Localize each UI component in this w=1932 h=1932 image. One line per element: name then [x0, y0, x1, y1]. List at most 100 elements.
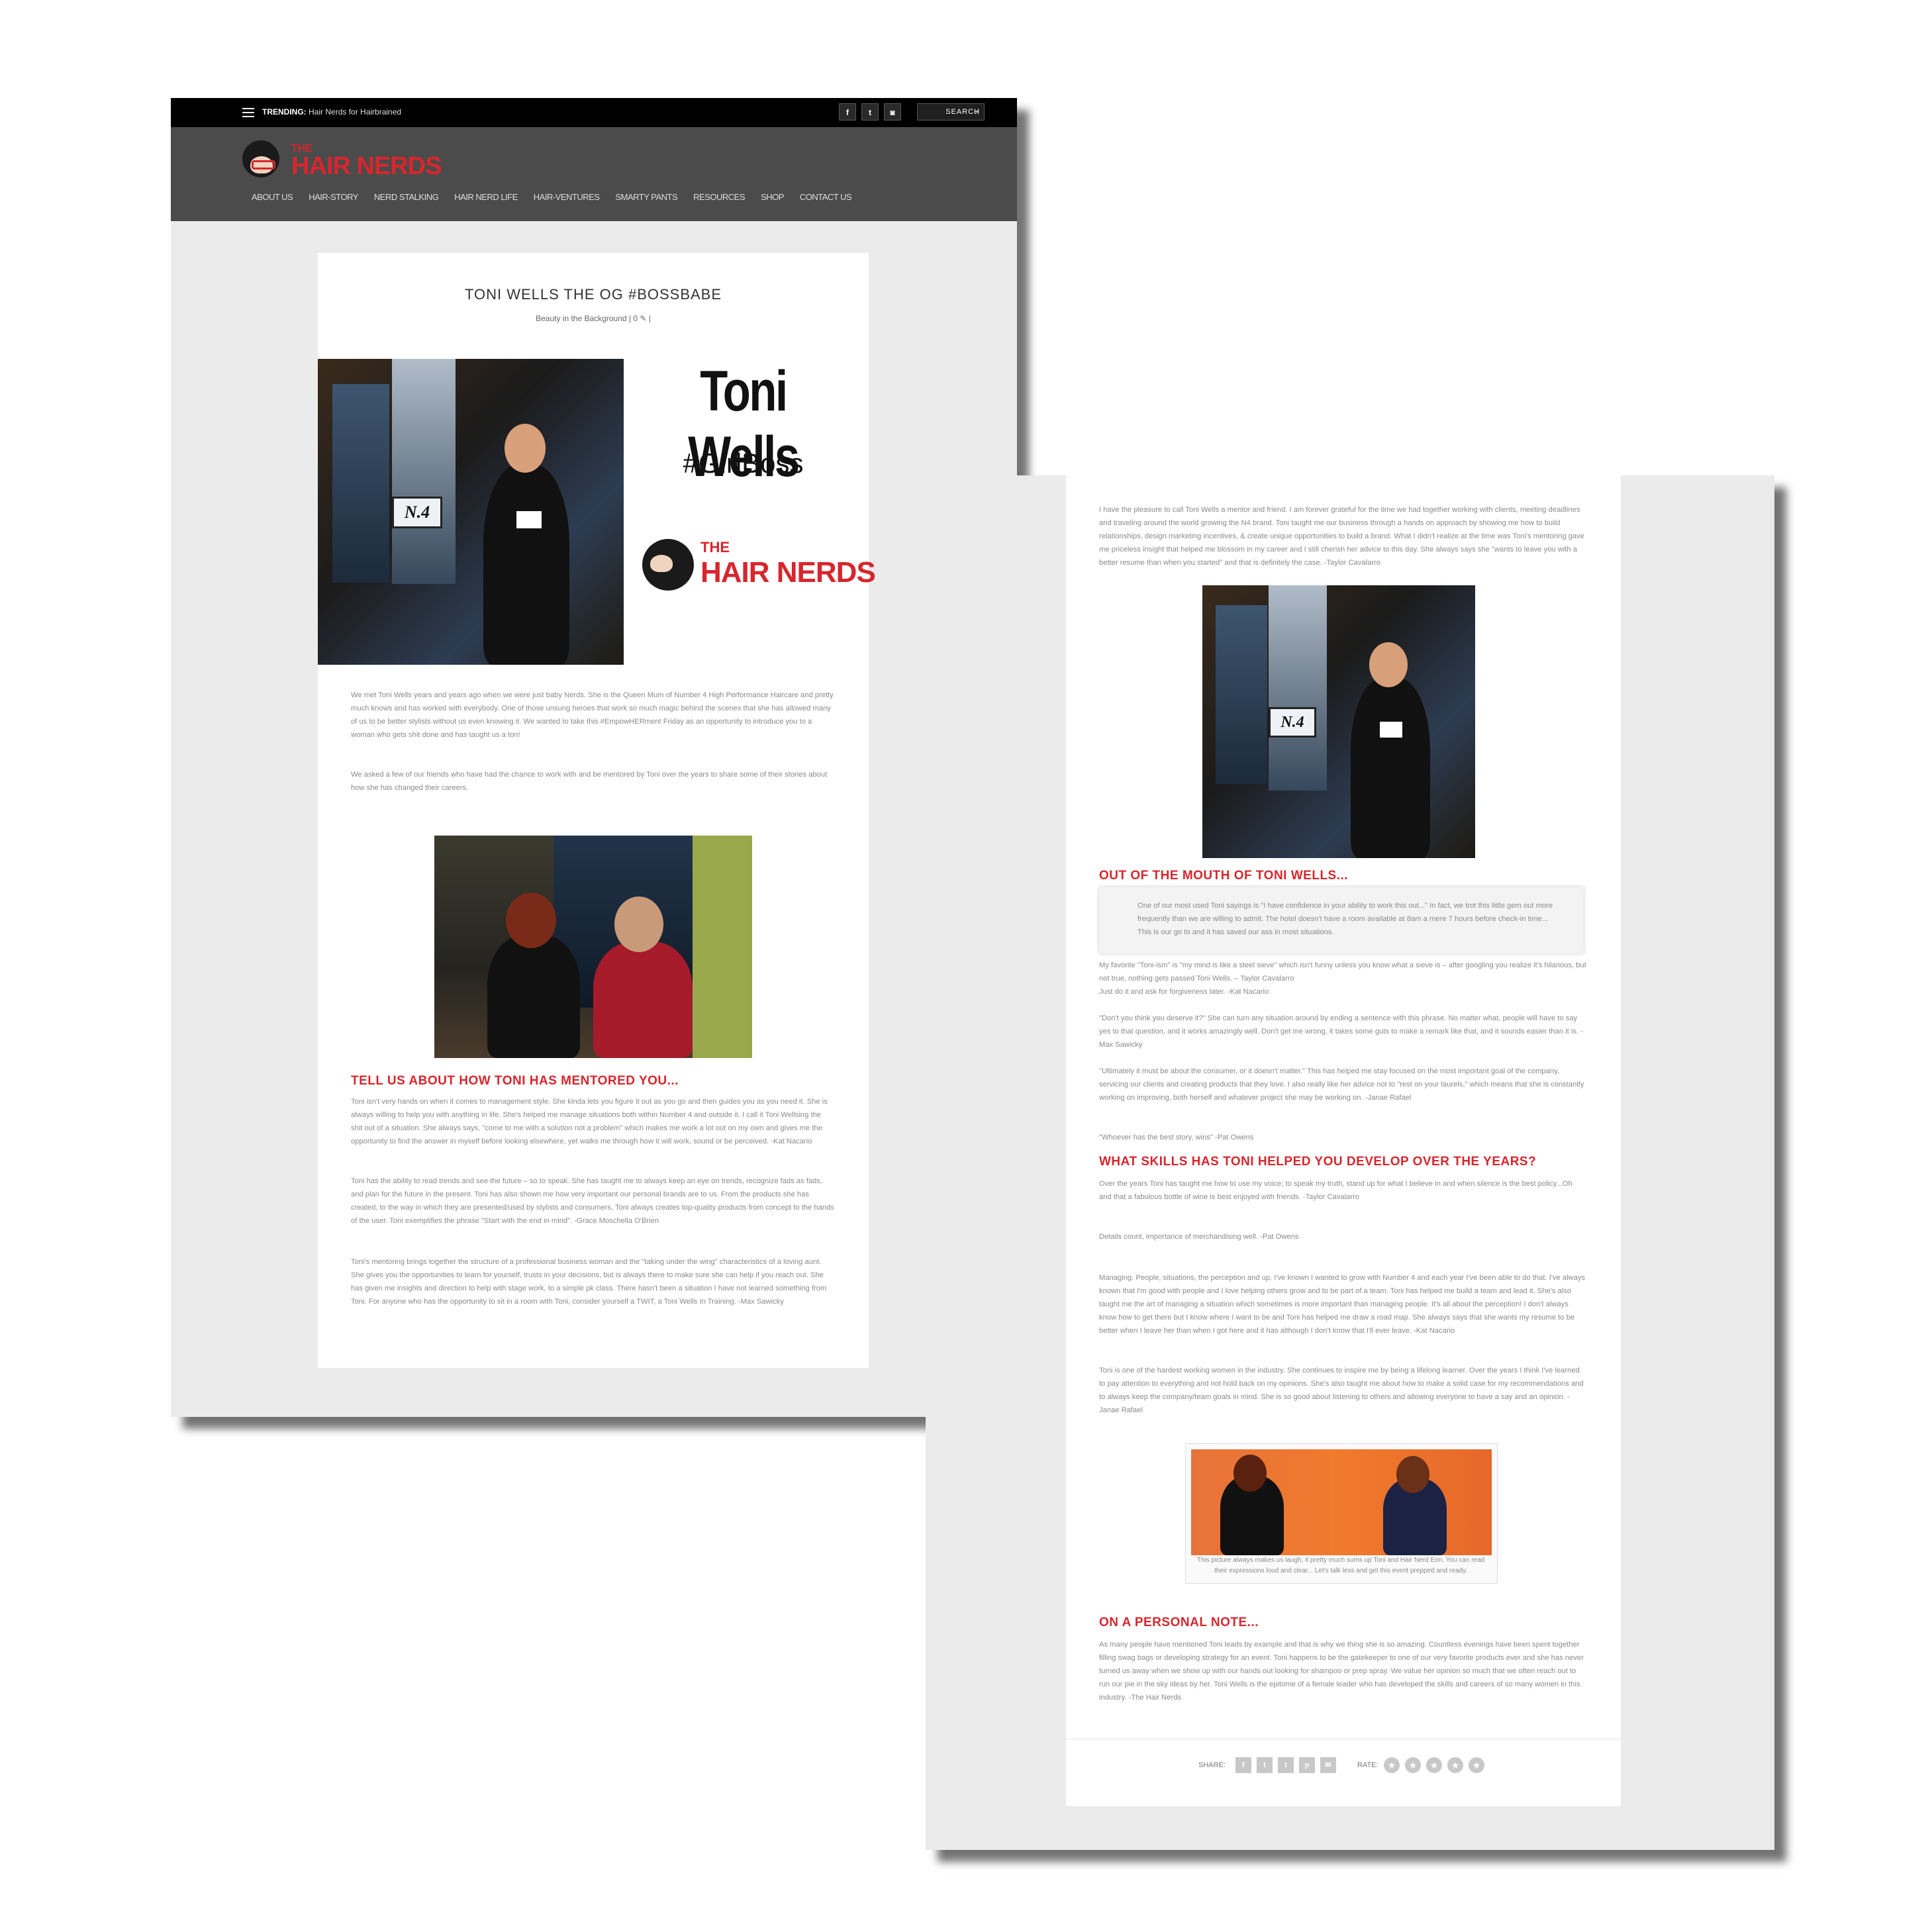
toni-and-guest-photo: [434, 836, 752, 1058]
hamburger-menu-icon[interactable]: [242, 108, 254, 117]
photo-person-left-head: [1233, 1455, 1267, 1492]
article-title: TONI WELLS THE OG #BOSSBABE: [464, 286, 722, 303]
photo-card: [1380, 722, 1402, 738]
caption-figure: This picture always makes us laugh, it p…: [1185, 1443, 1498, 1584]
facebook-icon[interactable]: f: [839, 103, 856, 121]
nav-about-us[interactable]: ABOUT US: [252, 192, 293, 202]
facebook-icon[interactable]: f: [1235, 1757, 1251, 1773]
nav-smarty-pants[interactable]: SMARTY PANTS: [615, 192, 677, 202]
toni-sayings-heading: OUT OF THE MOUTH OF TONI WELLS...: [1099, 869, 1349, 883]
pinterest-icon[interactable]: p: [1299, 1757, 1315, 1773]
screenshot-page-1: TRENDING: Hair Nerds for Hairbrained f t…: [171, 98, 1017, 1417]
category-link[interactable]: Beauty in the Background: [536, 314, 626, 323]
nav-shop[interactable]: SHOP: [761, 192, 784, 202]
promo-logo-wordmark: HAIR NERDS: [700, 556, 876, 589]
hair-nerd-face-icon: [242, 140, 279, 177]
photo-person-left-head: [506, 893, 556, 948]
skill-1: Over the years Toni has taught me how to…: [1099, 1180, 1572, 1201]
comment-icon: ✎: [640, 314, 647, 323]
trending-link[interactable]: Hair Nerds for Hairbrained: [309, 107, 401, 117]
share-label: SHARE:: [1198, 1761, 1226, 1769]
photo-person-right-head: [614, 896, 663, 952]
mentor-paragraph-2: Toni has the ability to read trends and …: [351, 1177, 834, 1225]
rating-star-icon[interactable]: ★: [1405, 1757, 1421, 1773]
rating-star-icon[interactable]: ★: [1384, 1757, 1400, 1773]
photo-person-right: [593, 942, 693, 1058]
rating-stars: ★ ★ ★ ★ ★: [1384, 1757, 1484, 1773]
twitter-icon[interactable]: t: [1257, 1757, 1273, 1773]
toni-and-erin-photo: [1191, 1449, 1492, 1555]
saying-3: "Ultimately it must be about the consume…: [1099, 1067, 1584, 1102]
comment-count[interactable]: 0: [633, 314, 638, 323]
photo-wall: [693, 836, 752, 1058]
email-icon[interactable]: ✉: [1320, 1757, 1336, 1773]
rating-star-icon[interactable]: ★: [1469, 1757, 1484, 1773]
photo-card: [516, 511, 542, 528]
nav-contact-us[interactable]: CONTACT US: [800, 192, 852, 202]
photo-banner: [1216, 605, 1267, 784]
instagram-icon[interactable]: ◙: [884, 103, 901, 121]
photo-banner-model: [1269, 585, 1327, 791]
photo-person: [483, 465, 569, 665]
photo-person-head: [505, 424, 546, 473]
logo-wordmark: HAIR NERDS: [291, 152, 442, 180]
skills-heading: WHAT SKILLS HAS TONI HELPED YOU DEVELOP …: [1099, 1155, 1537, 1169]
promo-logo: THE HAIR NERDS: [642, 539, 876, 599]
hair-nerd-face-icon: [642, 539, 694, 591]
main-nav: ABOUT US HAIR-STORY NERD STALKING HAIR N…: [252, 192, 852, 202]
toni-n4-photo: N.4: [1202, 585, 1475, 858]
photo-person: [1351, 678, 1430, 858]
saying-1: My favorite "Toni-ism" is "my mind is li…: [1099, 961, 1586, 983]
article-continued: I have the pleasure to call Toni Wells a…: [1066, 475, 1621, 1806]
nav-nerd-stalking[interactable]: NERD STALKING: [374, 192, 439, 202]
photo-person-head: [1369, 642, 1408, 687]
rating-star-icon[interactable]: ★: [1447, 1757, 1463, 1773]
quote-text: One of our most used Toni sayings is "I …: [1137, 902, 1553, 936]
nav-hair-nerd-life[interactable]: HAIR NERD LIFE: [454, 192, 518, 202]
promo-panel: Toni Wells #GirlBoss THE HAIR NERDS: [629, 359, 876, 610]
screenshot-page-2: I have the pleasure to call Toni Wells a…: [926, 475, 1774, 1850]
site-header: THE HAIR NERDS ABOUT US HAIR-STORY NERD …: [171, 127, 1017, 221]
nav-resources[interactable]: RESOURCES: [693, 192, 745, 202]
photo-banner-model: [392, 359, 456, 584]
featured-photo: N.4: [318, 359, 624, 665]
saying-2: "Don't you think you deserve it?" She ca…: [1099, 1014, 1583, 1049]
twitter-icon[interactable]: t: [861, 103, 879, 121]
n4-sign: N.4: [392, 497, 442, 528]
tumblr-icon[interactable]: t: [1278, 1757, 1294, 1773]
quote-block: One of our most used Toni sayings is "I …: [1099, 887, 1584, 953]
trending-ticker[interactable]: TRENDING: Hair Nerds for Hairbrained: [262, 107, 401, 117]
n4-sign: N.4: [1269, 707, 1316, 738]
personal-note-heading: ON A PERSONAL NOTE...: [1099, 1616, 1259, 1629]
saying-1b: Just do it and ask for forgiveness later…: [1099, 988, 1269, 996]
photo-person-left: [487, 935, 580, 1058]
saying-4: "Whoever has the best story, wins" -Pat …: [1099, 1134, 1254, 1141]
photo-caption: This picture always makes us laugh, it p…: [1196, 1557, 1485, 1574]
skill-3: Managing. People, situations, the percep…: [1099, 1274, 1586, 1335]
skill-4: Toni is one of the hardest working women…: [1099, 1367, 1584, 1414]
article-meta: Beauty in the Background | 0 ✎ |: [536, 314, 651, 323]
search-icon[interactable]: ⌕: [975, 104, 980, 120]
site-logo[interactable]: THE HAIR NERDS: [242, 140, 442, 181]
photo-person-right-head: [1396, 1456, 1429, 1493]
promo-logo-the: THE: [700, 539, 730, 555]
nav-hair-ventures[interactable]: HAIR-VENTURES: [534, 192, 600, 202]
promo-hashtag: #GirlBoss: [683, 448, 804, 479]
glasses-icon: [252, 160, 275, 169]
skill-2: Details count, importance of merchandisi…: [1099, 1233, 1299, 1241]
rating-star-icon[interactable]: ★: [1426, 1757, 1442, 1773]
article-card: TONI WELLS THE OG #BOSSBABE Beauty in th…: [318, 253, 876, 1368]
nav-hair-story[interactable]: HAIR-STORY: [309, 192, 358, 202]
mentor-paragraph-1: Toni isn't very hands on when it comes t…: [351, 1098, 828, 1145]
photo-banner: [332, 384, 389, 583]
mentor-paragraph-3: Toni's mentoring brings together the str…: [351, 1258, 827, 1306]
top-bar: TRENDING: Hair Nerds for Hairbrained f t…: [171, 98, 1017, 127]
personal-note-paragraph: As many people have mentioned Toni leads…: [1099, 1641, 1584, 1702]
search-input[interactable]: SEARCH ⌕: [917, 103, 985, 121]
intro-paragraph-2: We asked a few of our friends who have h…: [351, 771, 828, 792]
taylor-paragraph: I have the pleasure to call Toni Wells a…: [1099, 506, 1584, 567]
mentored-heading: TELL US ABOUT HOW TONI HAS MENTORED YOU.…: [351, 1074, 679, 1088]
rate-label: RATE:: [1357, 1761, 1378, 1769]
intro-paragraph: We met Toni Wells years and years ago wh…: [351, 691, 834, 739]
share-buttons: f t t p ✉: [1235, 1757, 1336, 1773]
